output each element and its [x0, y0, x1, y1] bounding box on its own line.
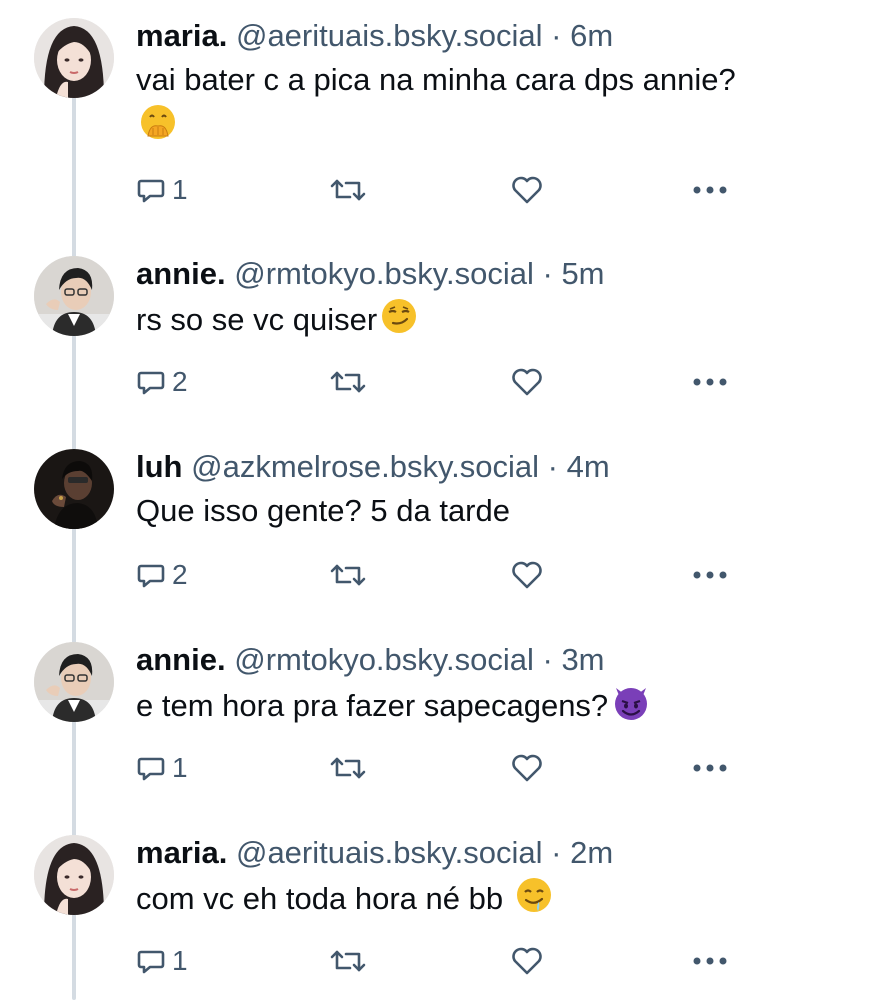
- post-header: annie. @rmtokyo.bsky.social · 3m: [136, 640, 856, 680]
- meta-separator: ·: [551, 835, 562, 870]
- reply-count: 1: [172, 752, 188, 783]
- post-header: maria. @aerituais.bsky.social · 6m: [136, 16, 856, 56]
- reply-icon: [137, 950, 165, 974]
- repost-button[interactable]: [328, 555, 368, 595]
- post-text-body: e tem hora pra fazer sapecagens?: [136, 688, 609, 723]
- like-button[interactable]: [510, 170, 544, 210]
- post-text: rs so se vc quiser: [136, 296, 856, 348]
- heart-icon: [512, 368, 542, 396]
- reply-count: 1: [172, 174, 188, 205]
- post-text-body: rs so se vc quiser: [136, 302, 378, 337]
- reply-button[interactable]: 2: [136, 362, 188, 402]
- author-handle[interactable]: @azkmelrose.bsky.social: [191, 449, 539, 484]
- smiling-devil-emoji: [610, 682, 652, 734]
- post-text: com vc eh toda hora né bb: [136, 875, 856, 927]
- more-options-button[interactable]: [692, 748, 728, 788]
- like-button[interactable]: [510, 941, 544, 981]
- heart-icon: [512, 176, 542, 204]
- meta-separator: ·: [551, 18, 562, 53]
- like-button[interactable]: [510, 362, 544, 402]
- thread-view: maria. @aerituais.bsky.social · 6m vai b…: [0, 0, 878, 1000]
- more-options-button[interactable]: [692, 555, 728, 595]
- post-header: luh @azkmelrose.bsky.social · 4m: [136, 447, 856, 487]
- author-handle[interactable]: @aerituais.bsky.social: [236, 835, 543, 870]
- post-text: vai bater c a pica na minha cara dps ann…: [136, 58, 856, 154]
- more-options-button[interactable]: [692, 362, 728, 402]
- author-handle[interactable]: @aerituais.bsky.social: [236, 18, 543, 53]
- reply-count: 2: [172, 559, 188, 590]
- post-timestamp[interactable]: 2m: [570, 835, 613, 870]
- meta-separator: ·: [547, 449, 558, 484]
- ellipsis-icon: [693, 378, 727, 386]
- author-name[interactable]: maria.: [136, 18, 227, 53]
- repost-button[interactable]: [328, 941, 368, 981]
- author-handle[interactable]: @rmtokyo.bsky.social: [234, 642, 534, 677]
- smirk-emoji: [379, 296, 419, 348]
- author-name[interactable]: maria.: [136, 835, 227, 870]
- author-handle[interactable]: @rmtokyo.bsky.social: [234, 256, 534, 291]
- repost-icon: [330, 179, 366, 201]
- post-timestamp[interactable]: 4m: [567, 449, 610, 484]
- post-timestamp[interactable]: 3m: [561, 642, 604, 677]
- avatar[interactable]: [34, 835, 114, 915]
- ellipsis-icon: [693, 764, 727, 772]
- avatar[interactable]: [34, 256, 114, 336]
- post-actions: 1: [136, 941, 736, 981]
- reply-icon: [137, 179, 165, 203]
- ellipsis-icon: [693, 186, 727, 194]
- reply-icon: [137, 371, 165, 395]
- post-text: Que isso gente? 5 da tarde: [136, 489, 856, 533]
- heart-icon: [512, 947, 542, 975]
- reply-icon: [137, 564, 165, 588]
- post-actions: 1: [136, 748, 736, 788]
- repost-icon: [330, 564, 366, 586]
- reply-button[interactable]: 2: [136, 555, 188, 595]
- reply-count: 1: [172, 945, 188, 976]
- avatar[interactable]: [34, 642, 114, 722]
- hand-over-mouth-emoji: [138, 102, 178, 154]
- heart-icon: [512, 561, 542, 589]
- post-actions: 1: [136, 170, 736, 210]
- post-header: annie. @rmtokyo.bsky.social · 5m: [136, 254, 856, 294]
- post-actions: 2: [136, 362, 736, 402]
- drooling-face-emoji: [514, 875, 554, 927]
- post-header: maria. @aerituais.bsky.social · 2m: [136, 833, 856, 873]
- repost-icon: [330, 757, 366, 779]
- post-text-body: vai bater c a pica na minha cara dps ann…: [136, 62, 736, 97]
- more-options-button[interactable]: [692, 941, 728, 981]
- repost-button[interactable]: [328, 748, 368, 788]
- meta-separator: ·: [542, 256, 553, 291]
- repost-button[interactable]: [328, 170, 368, 210]
- post-timestamp[interactable]: 5m: [561, 256, 604, 291]
- avatar[interactable]: [34, 449, 114, 529]
- like-button[interactable]: [510, 555, 544, 595]
- reply-count: 2: [172, 366, 188, 397]
- meta-separator: ·: [542, 642, 553, 677]
- repost-icon: [330, 950, 366, 972]
- avatar[interactable]: [34, 18, 114, 98]
- reply-icon: [137, 757, 165, 781]
- reply-button[interactable]: 1: [136, 748, 188, 788]
- more-options-button[interactable]: [692, 170, 728, 210]
- author-name[interactable]: annie.: [136, 256, 226, 291]
- like-button[interactable]: [510, 748, 544, 788]
- reply-button[interactable]: 1: [136, 941, 188, 981]
- repost-icon: [330, 371, 366, 393]
- ellipsis-icon: [693, 957, 727, 965]
- repost-button[interactable]: [328, 362, 368, 402]
- author-name[interactable]: luh: [136, 449, 183, 484]
- author-name[interactable]: annie.: [136, 642, 226, 677]
- post-timestamp[interactable]: 6m: [570, 18, 613, 53]
- post-text-body: Que isso gente? 5 da tarde: [136, 493, 510, 528]
- post-text-body: com vc eh toda hora né bb: [136, 881, 504, 916]
- reply-button[interactable]: 1: [136, 170, 188, 210]
- heart-icon: [512, 754, 542, 782]
- post-text: e tem hora pra fazer sapecagens?: [136, 682, 856, 734]
- ellipsis-icon: [693, 571, 727, 579]
- post-actions: 2: [136, 555, 736, 595]
